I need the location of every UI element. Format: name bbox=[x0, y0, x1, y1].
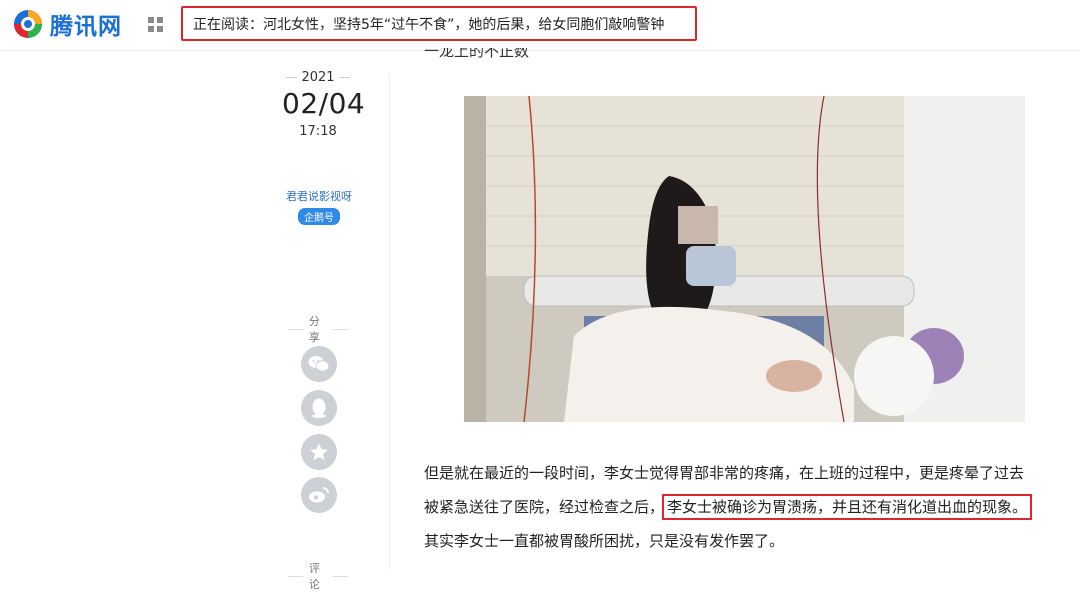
hospital-photo-illustration bbox=[464, 96, 1025, 422]
share-favorite-button[interactable] bbox=[301, 434, 337, 470]
share-wechat-button[interactable] bbox=[301, 346, 337, 382]
top-header: 腾讯网 正在阅读：河北女性，坚持5年“过午不食”，她的后果，给女同胞们敲响警钟 bbox=[0, 0, 1080, 51]
paragraph-line-1: 但是就在最近的一段时间，李女士觉得胃部非常的疼痛，在上班的过程中，更是疼晕了过去 bbox=[424, 464, 1025, 482]
author-badge[interactable]: 企鹅号 bbox=[298, 208, 340, 225]
paragraph-line-3: 其实李女士一直都被胃酸所困扰，只是没有发作罢了。 bbox=[424, 532, 785, 550]
article-paragraph: 但是就在最近的一段时间，李女士觉得胃部非常的疼痛，在上班的过程中，更是疼晕了过去… bbox=[424, 456, 1064, 558]
comment-label: 评论 bbox=[282, 560, 354, 592]
publish-date: 2021 02/04 17:18 bbox=[282, 70, 366, 139]
tencent-logo[interactable]: 腾讯网 bbox=[12, 6, 122, 42]
author-block: 君君说影视呀 企鹅号 bbox=[274, 188, 364, 225]
weibo-icon bbox=[309, 487, 329, 503]
share-label: 分享 bbox=[282, 313, 354, 345]
article-photo bbox=[464, 96, 1025, 422]
column-divider bbox=[389, 75, 390, 570]
qq-icon bbox=[312, 398, 326, 418]
favorite-icon bbox=[310, 443, 328, 461]
share-weibo-button[interactable] bbox=[301, 477, 337, 513]
publish-time: 17:18 bbox=[299, 124, 337, 139]
grid-menu-icon[interactable] bbox=[148, 17, 164, 33]
logo-text: 腾讯网 bbox=[50, 14, 122, 40]
tencent-logo-icon bbox=[14, 10, 42, 38]
publish-month-day: 02/04 bbox=[282, 87, 366, 120]
highlighted-diagnosis-text: 李女士被确诊为胃溃疡，并且还有消化道出血的现象。 bbox=[662, 494, 1033, 520]
author-name[interactable]: 君君说影视呀 bbox=[274, 188, 364, 204]
paragraph-line-2-text: 被紧急送往了医院，经过检查之后， bbox=[424, 498, 665, 516]
paragraph-line-2: 被紧急送往了医院，经过检查之后， 李女士被确诊为胃溃疡，并且还有消化道出血的现象。 bbox=[424, 490, 1064, 524]
now-reading-text: 正在阅读：河北女性，坚持5年“过午不食”，她的后果，给女同胞们敲响警钟 bbox=[193, 16, 665, 33]
share-qq-button[interactable] bbox=[301, 390, 337, 426]
publish-year: 2021 bbox=[282, 70, 354, 85]
now-reading-banner[interactable]: 正在阅读：河北女性，坚持5年“过午不食”，她的后果，给女同胞们敲响警钟 bbox=[181, 6, 697, 41]
wechat-icon bbox=[308, 356, 330, 372]
